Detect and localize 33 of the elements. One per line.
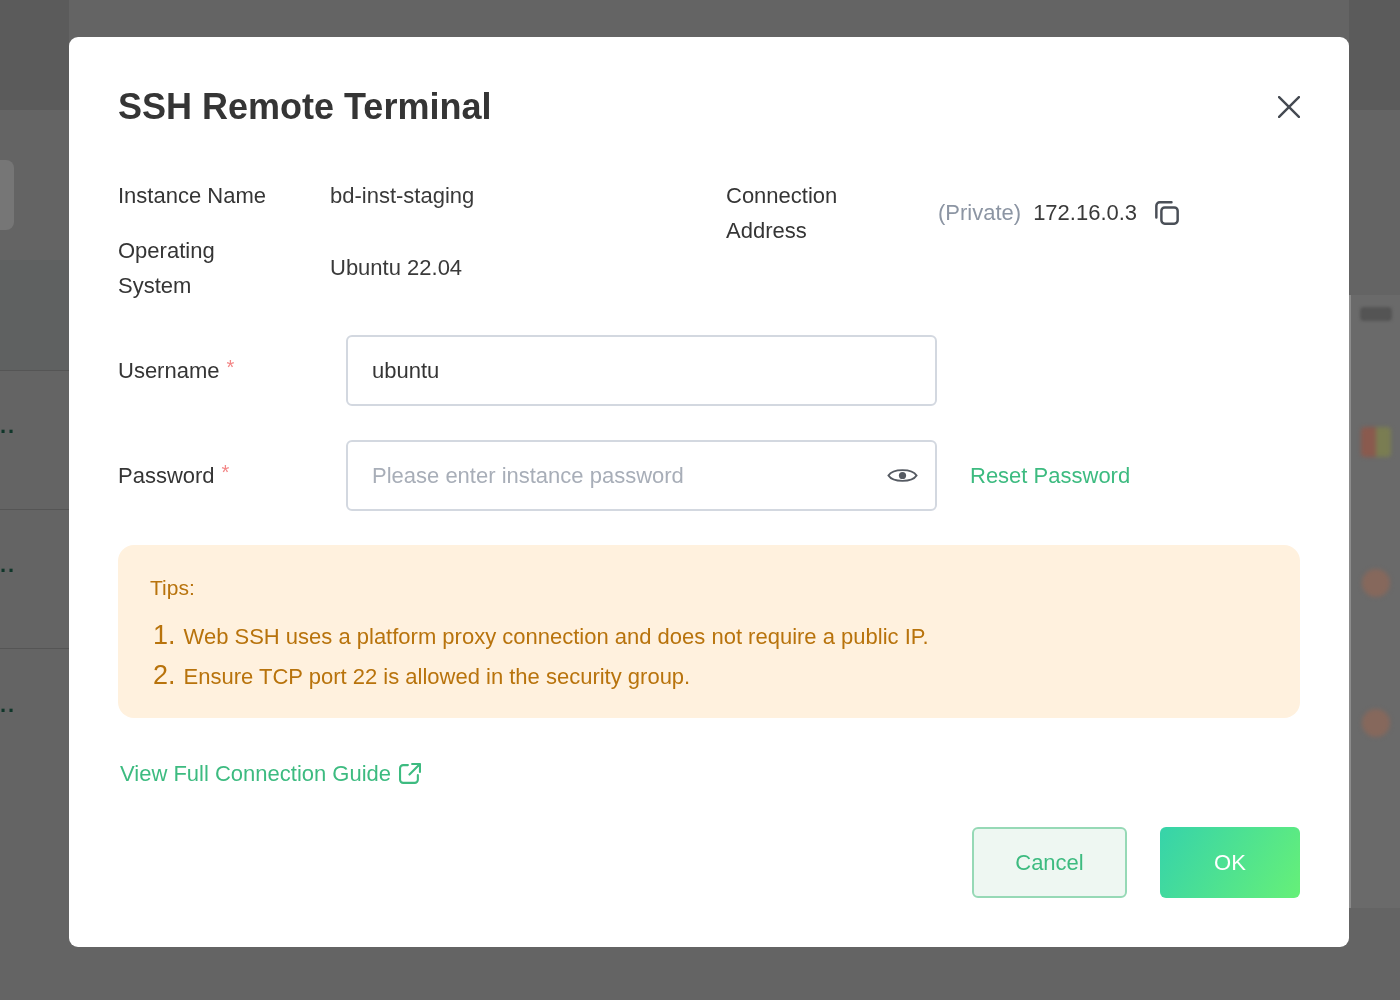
detail-value: Ubuntu 22.04 (330, 255, 463, 281)
close-icon[interactable] (1278, 96, 1300, 118)
field-label: Password (118, 461, 215, 490)
tip-text: Ensure TCP port 22 is allowed in the security group. (183, 663, 691, 691)
field-label: Username (118, 356, 220, 385)
blurred-dot-icon (1361, 569, 1390, 597)
detail-label: Instance Name (118, 182, 267, 210)
detail-value: 172.16.0.3 (1033, 200, 1138, 226)
detail-value: bd-inst-staging (330, 182, 475, 209)
detail-label: Operating System (118, 237, 216, 300)
dialog-title: SSH Remote Terminal (118, 86, 492, 128)
username-field[interactable]: ubuntu (346, 335, 937, 406)
blurred-logo-icon (1360, 427, 1391, 457)
tip-text: Web SSH uses a platform proxy connection and does not require a public IP. (183, 623, 929, 651)
cancel-button[interactable]: Cancel (972, 827, 1127, 898)
required-asterisk: * (226, 355, 235, 378)
required-asterisk: * (221, 460, 230, 483)
password-field[interactable]: Please enter instance password (346, 440, 937, 511)
tip-number: 2. (153, 659, 176, 692)
tip-number: 1. (153, 619, 176, 652)
truncated-text: .. (0, 554, 17, 576)
reset-password-link[interactable]: Reset Password (970, 462, 1131, 489)
address-type-text: (Private) (938, 200, 1022, 226)
copy-icon[interactable] (1155, 201, 1180, 225)
external-link-icon (399, 763, 422, 785)
detail-label: Connection Address (726, 182, 839, 245)
tips-title: Tips: (150, 575, 195, 601)
blurred-dot-icon (1361, 709, 1390, 737)
truncated-text: .. (0, 693, 17, 716)
connection-guide-link[interactable]: View Full Connection Guide (120, 760, 422, 788)
ok-button[interactable]: OK (1160, 827, 1300, 898)
truncated-text: .. (0, 415, 17, 437)
eye-icon[interactable] (887, 466, 918, 485)
